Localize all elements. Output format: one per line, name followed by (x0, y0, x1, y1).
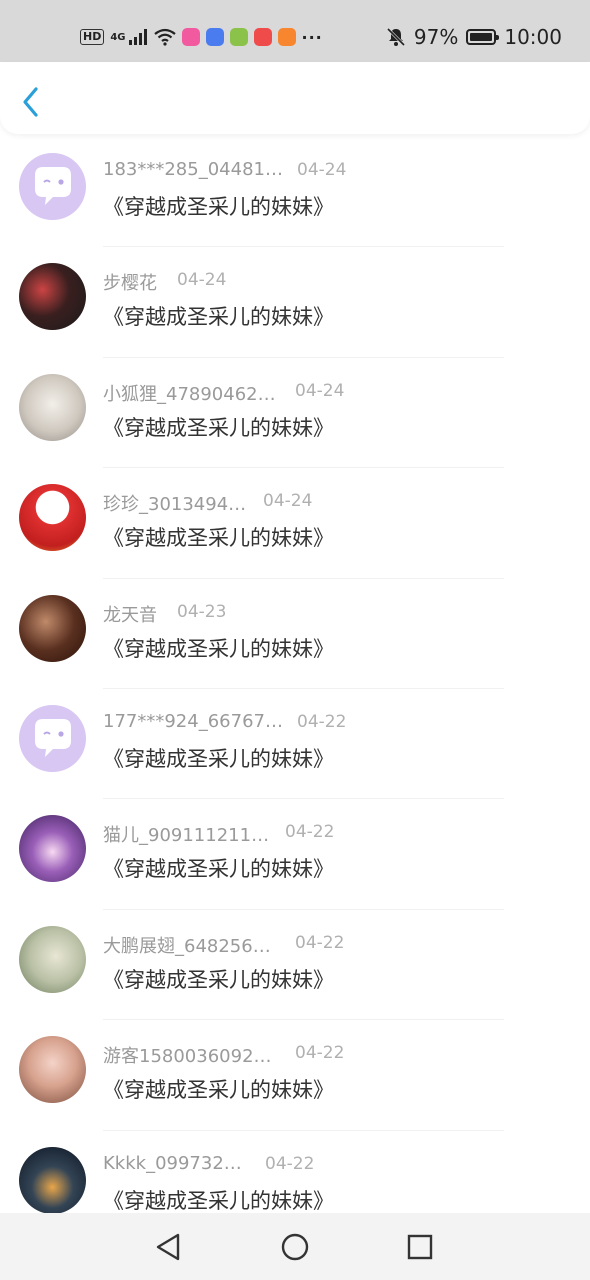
status-bar-left: HD 4G ··· (80, 22, 323, 52)
message-preview: 《穿越成圣采儿的妹妹》 (103, 415, 334, 440)
triangle-back-icon (156, 1233, 180, 1261)
list-item[interactable]: 猫儿_909111211… 04-22 《穿越成圣采儿的妹妹》 (0, 799, 590, 910)
back-button[interactable] (16, 84, 48, 118)
timestamp: 04-24 (297, 160, 347, 180)
nav-home-button[interactable] (277, 1229, 313, 1265)
user-name: 猫儿_909111211… (103, 825, 270, 847)
notification-app-icons (181, 28, 296, 46)
app-icon-4 (253, 28, 272, 46)
circle-home-icon (281, 1233, 309, 1261)
avatar[interactable] (19, 484, 86, 552)
nav-back-button[interactable] (150, 1229, 186, 1265)
avatar[interactable] (19, 1146, 86, 1213)
signal-icon (128, 29, 147, 45)
message-preview: 《穿越成圣采儿的妹妹》 (103, 1078, 334, 1103)
list-item[interactable]: Kkkk_099732031 04-22 《穿越成圣采儿的妹妹》 (0, 1131, 590, 1213)
message-preview: 《穿越成圣采儿的妹妹》 (103, 967, 334, 992)
user-name: 游客1580036092… (103, 1046, 272, 1068)
hd-badge: HD (80, 29, 105, 45)
timestamp: 04-22 (295, 1043, 345, 1064)
timestamp: 04-24 (263, 491, 313, 512)
app-icon-2 (205, 28, 224, 46)
user-name: 大鹏展翅_648256… (103, 935, 271, 957)
message-preview: 《穿越成圣采儿的妹妹》 (103, 305, 334, 330)
app-icon-3 (229, 28, 248, 46)
timestamp: 04-24 (177, 270, 227, 291)
list-item[interactable]: 大鹏展翅_648256… 04-22 《穿越成圣采儿的妹妹》 (0, 910, 590, 1021)
user-name: 龙天音 (103, 604, 157, 626)
user-name: 珍珍_301349426 (103, 494, 251, 516)
chat-bubble-avatar-icon (35, 167, 71, 205)
more-notifications-icon: ··· (301, 27, 323, 47)
avatar[interactable] (19, 1036, 86, 1104)
timestamp: 04-22 (285, 822, 335, 843)
message-preview: 《穿越成圣采儿的妹妹》 (103, 746, 334, 771)
message-preview: 《穿越成圣采儿的妹妹》 (103, 636, 334, 661)
list-item[interactable]: 游客1580036092… 04-22 《穿越成圣采儿的妹妹》 (0, 1020, 590, 1131)
avatar[interactable] (19, 925, 86, 993)
bell-muted-icon (386, 27, 405, 47)
avatar[interactable] (19, 594, 86, 662)
user-name: 步樱花 (103, 273, 157, 295)
list-item[interactable]: 小狐狸_47890462… 04-24 《穿越成圣采儿的妹妹》 (0, 358, 590, 469)
list-item[interactable]: 珍珍_301349426 04-24 《穿越成圣采儿的妹妹》 (0, 468, 590, 579)
timestamp: 04-22 (297, 711, 347, 732)
avatar[interactable] (19, 153, 86, 220)
list-item[interactable]: 177***924_66767… 04-22 《穿越成圣采儿的妹妹》 (0, 689, 590, 800)
list-item[interactable]: 步樱花 04-24 《穿越成圣采儿的妹妹》 (0, 247, 590, 358)
network-type: 4G (110, 31, 126, 43)
timestamp: 04-24 (295, 380, 345, 401)
nav-recents-button[interactable] (402, 1229, 438, 1265)
battery-tip (496, 35, 500, 40)
chat-bubble-avatar-icon (35, 718, 71, 757)
user-name: Kkkk_099732031 (103, 1152, 253, 1174)
avatar[interactable] (19, 815, 86, 883)
user-name: 177***924_66767… (103, 710, 283, 732)
avatar[interactable] (19, 263, 86, 331)
clock: 10:00 (504, 25, 562, 49)
avatar[interactable] (19, 373, 86, 441)
chevron-left-icon (23, 87, 38, 117)
battery-icon (466, 29, 500, 45)
timestamp: 04-23 (177, 601, 227, 622)
avatar[interactable] (19, 704, 86, 772)
timestamp: 04-22 (265, 1153, 315, 1174)
message-preview: 《穿越成圣采儿的妹妹》 (103, 526, 334, 551)
wifi-icon (153, 28, 176, 46)
app-icon-5 (277, 28, 296, 46)
message-list[interactable]: 183***285_04481… 04-24 《穿越成圣采儿的妹妹》 步樱花 04-24… (0, 137, 590, 1213)
status-bar-right: 97% 10:00 (386, 22, 562, 52)
user-name: 183***285_04481… (103, 159, 283, 180)
list-item[interactable]: 龙天音 04-23 《穿越成圣采儿的妹妹》 (0, 579, 590, 689)
square-recents-icon (407, 1234, 433, 1260)
user-name: 小狐狸_47890462… (103, 383, 276, 405)
list-item[interactable]: 183***285_04481… 04-24 《穿越成圣采儿的妹妹》 (0, 137, 590, 248)
top-app-bar (0, 62, 590, 134)
battery-percent: 97% (413, 25, 459, 49)
app-icon-1 (181, 28, 200, 46)
message-preview: 《穿越成圣采儿的妹妹》 (103, 857, 334, 882)
system-nav-bar (0, 1213, 590, 1280)
battery-fill (470, 33, 492, 41)
message-preview: 《穿越成圣采儿的妹妹》 (103, 195, 334, 219)
message-preview: 《穿越成圣采儿的妹妹》 (103, 1188, 334, 1213)
timestamp: 04-22 (295, 932, 345, 953)
status-bar: HD 4G ··· 97% 10:00 (0, 0, 590, 62)
